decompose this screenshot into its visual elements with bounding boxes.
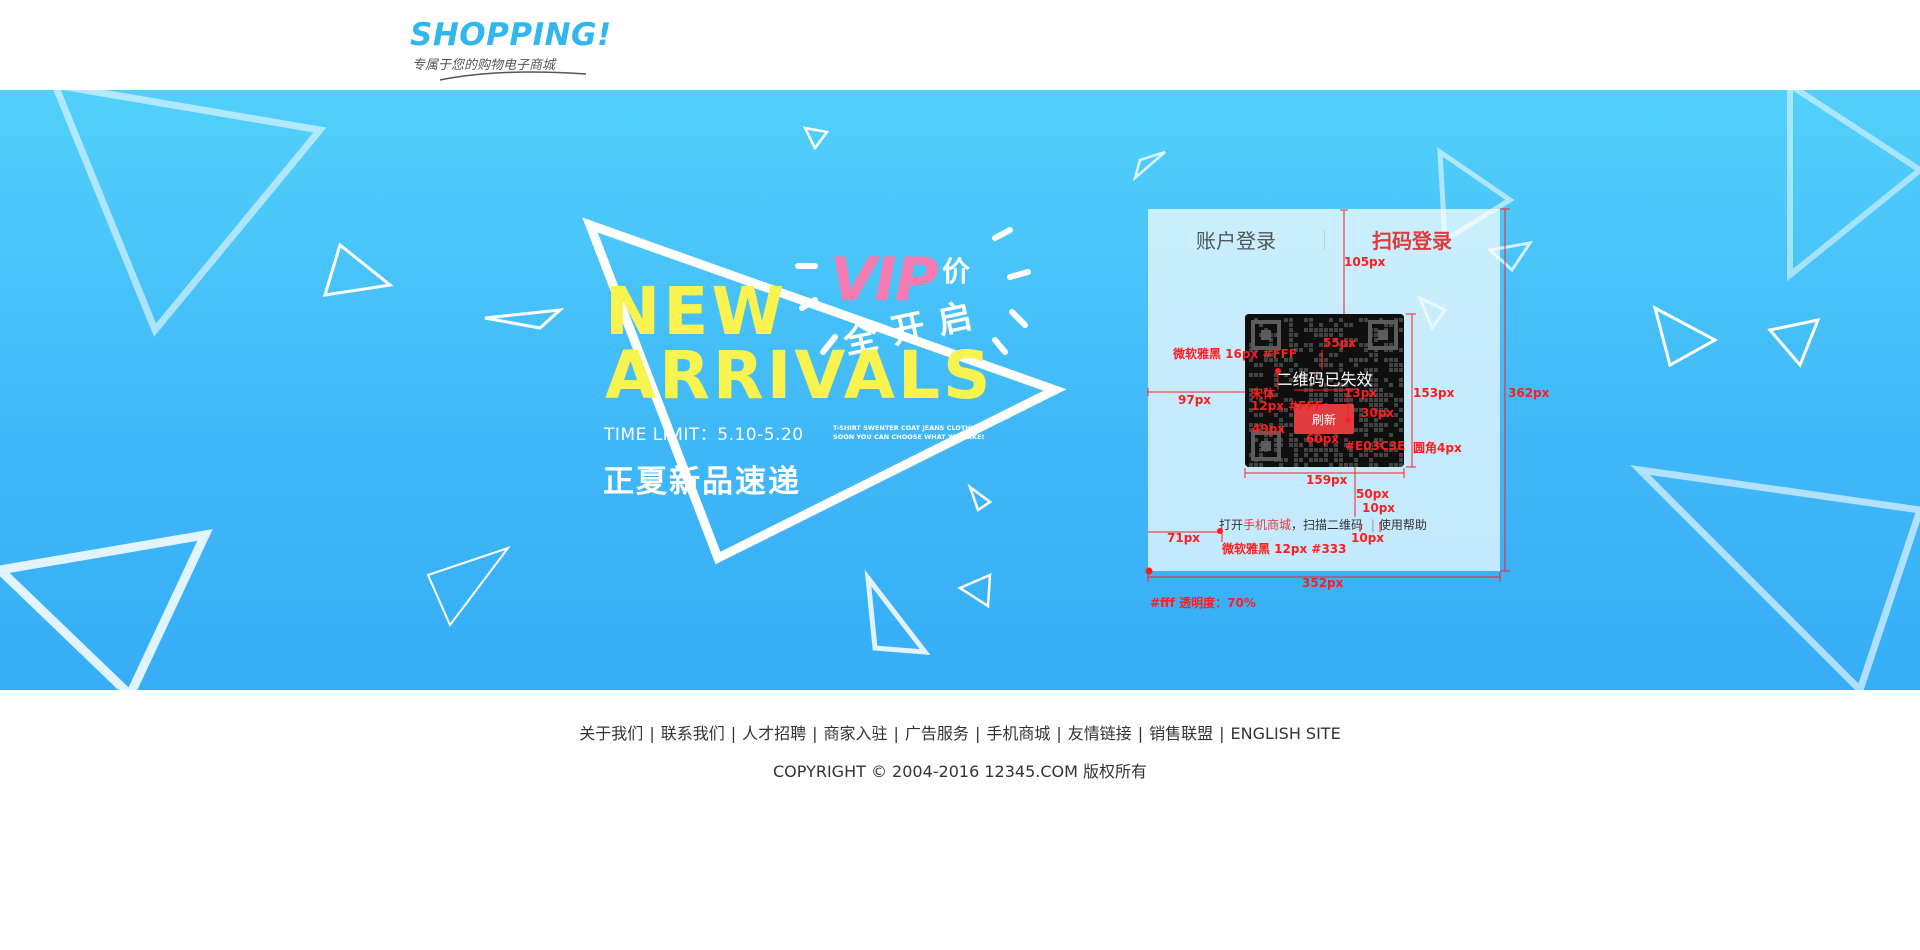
footer-link[interactable]: 友情链接: [1068, 724, 1132, 743]
footer-separator: |: [974, 724, 981, 743]
annotation-105px: 105px: [1344, 255, 1386, 269]
footer-link[interactable]: 关于我们: [579, 724, 643, 743]
annotation-radius: 圆角4px: [1413, 441, 1462, 455]
footer-link[interactable]: 联系我们: [661, 724, 725, 743]
site-header: SHOPPING! 专属于您的购物电子商城: [0, 0, 1920, 90]
annotation-13px: 13px: [1344, 386, 1378, 400]
footer-separator: |: [649, 724, 655, 743]
annotation-97px: 97px: [1178, 393, 1212, 407]
annotation-font-12px: 12px #FFF: [1251, 399, 1323, 413]
annotation-71px: 71px: [1167, 531, 1201, 545]
annotation-55px: 55px: [1323, 336, 1357, 350]
annotation-10px-b: 10px: [1351, 531, 1385, 545]
footer-separator: |: [812, 724, 818, 743]
logo-title: SHOPPING!: [410, 17, 612, 53]
footer-separator: |: [1137, 724, 1144, 743]
footer-link[interactable]: 销售联盟: [1149, 724, 1213, 743]
footer-link[interactable]: 手机商城: [986, 724, 1050, 743]
annotation-50px: 50px: [1356, 487, 1390, 501]
footer-link[interactable]: ENGLISH SITE: [1231, 724, 1341, 743]
footer-separator: |: [730, 724, 737, 743]
footer-separator: |: [893, 724, 899, 743]
annotation-60px: 60px: [1306, 432, 1340, 446]
annotation-352px: 352px: [1302, 576, 1344, 590]
annotation-159px: 159px: [1306, 473, 1348, 487]
copyright: COPYRIGHT © 2004-2016 12345.COM 版权所有: [773, 762, 1147, 781]
annotation-color: #E03C3E: [1345, 439, 1406, 453]
annotation-bg-opacity: #fff 透明度：70%: [1150, 596, 1256, 610]
footer-link[interactable]: 人才招聘: [742, 724, 806, 743]
annotation-30px: 30px: [1361, 406, 1395, 420]
footer-separator: |: [1219, 724, 1225, 743]
annotation-font-12px-333: 微软雅黑 12px #333: [1222, 542, 1347, 556]
annotation-49px: 49px: [1252, 422, 1286, 436]
hero-banner: VIP 价 全开启 NEW ARRIVALS TIME LIMIT：5.10-5…: [0, 90, 1920, 690]
footer-link[interactable]: 广告服务: [905, 724, 969, 743]
spec-annotation-lines: [1145, 208, 1510, 582]
site-logo[interactable]: SHOPPING! 专属于您的购物电子商城: [410, 17, 612, 81]
logo-swoosh-decoration: [439, 71, 587, 81]
annotation-153px: 153px: [1413, 386, 1455, 400]
annotation-362px: 362px: [1508, 386, 1550, 400]
footer-separator: |: [1056, 724, 1062, 743]
footer-link[interactable]: 商家入驻: [824, 724, 888, 743]
annotation-10px-a: 10px: [1362, 501, 1396, 515]
footer-links: 关于我们 | 联系我们 | 人才招聘 | 商家入驻 | 广告服务 | 手机商城 | 友情链接 | 销售联盟 |…: [0, 720, 1920, 744]
annotation-font-16px: 微软雅黑 16px #FFF: [1173, 347, 1298, 361]
